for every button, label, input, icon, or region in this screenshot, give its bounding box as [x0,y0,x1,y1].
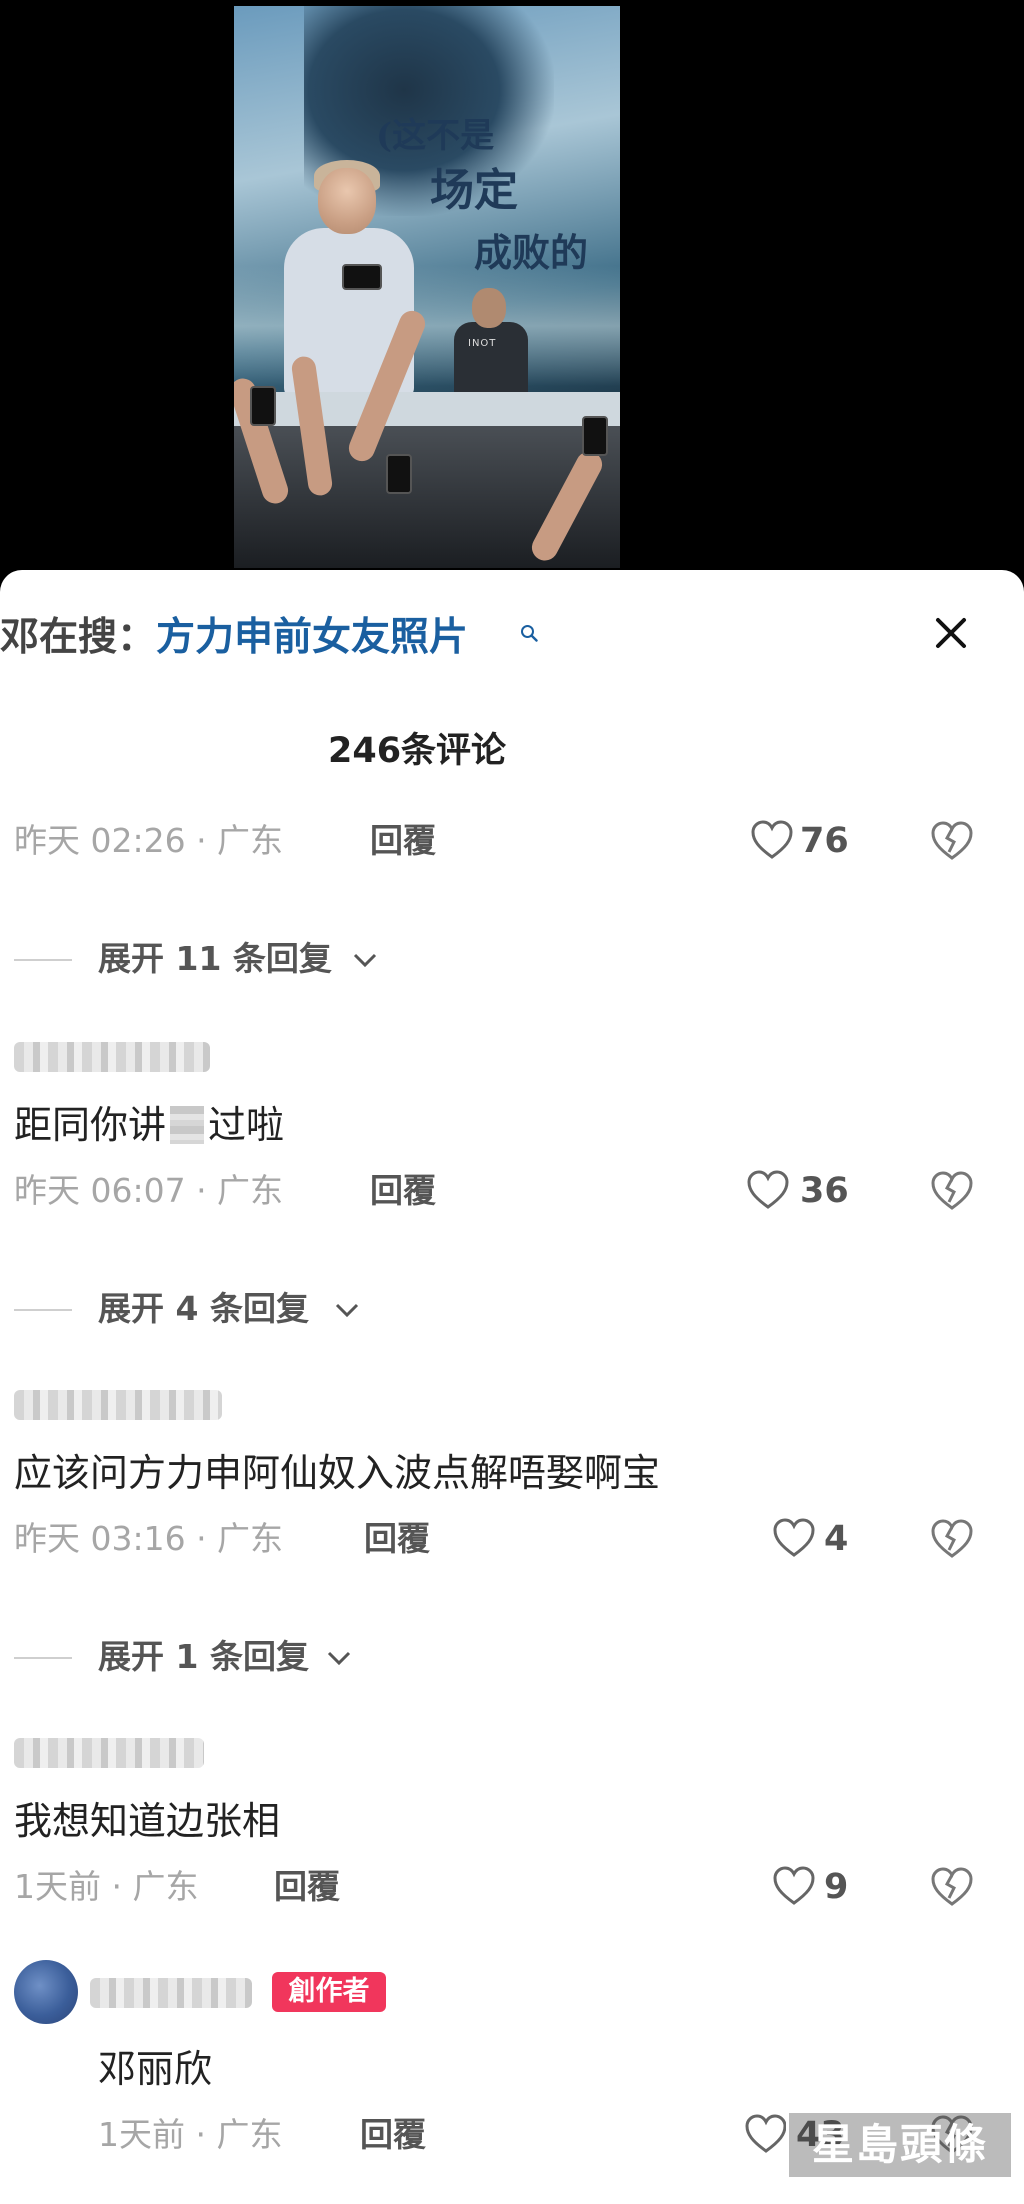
search-suggestion[interactable]: 邓在搜：方力申前女友照片 [0,618,468,657]
fan-phone [582,416,608,456]
reply-button[interactable]: 回覆 [274,1870,340,1903]
reply-button[interactable]: 回覆 [370,824,436,857]
username-blurred[interactable] [14,1390,222,1420]
comment-text-part: 距同你讲 [14,1103,167,1147]
comment-meta: 1天前 · 广东 [98,2115,283,2154]
watermark-logo: 星島頭條 [786,2110,1014,2180]
comment-meta: 昨天 03:16 · 广东 [14,1519,284,1558]
chevron-down-icon[interactable] [334,1301,360,1319]
shirt-text: INOT [468,338,497,349]
chevron-down-icon[interactable] [326,1649,352,1667]
broken-heart-icon[interactable] [930,1866,974,1908]
heart-icon[interactable] [772,1866,816,1906]
reply-button[interactable]: 回覆 [364,1522,430,1555]
divider [14,1657,72,1659]
search-prefix: 邓在搜： [0,615,157,660]
expand-replies[interactable]: 展开 11 条回复 [98,942,332,975]
dj-head [472,288,506,328]
divider [14,1309,72,1311]
video-overlay-text: (这不是 [376,116,495,156]
broken-heart-icon[interactable] [930,1170,974,1212]
fan-phone [250,386,276,426]
avatar[interactable] [14,1960,78,2024]
blurred-text [170,1106,205,1144]
like-count: 76 [800,821,849,861]
comment-meta: 昨天 02:26 · 广东 [14,821,284,860]
broken-heart-icon[interactable] [930,1518,974,1560]
singer-head [318,168,376,234]
video-player[interactable]: (这不是 场定 成败的 INOT [234,6,620,568]
search-icon[interactable] [520,624,538,642]
like-count: 36 [800,1171,849,1211]
broken-heart-icon[interactable] [930,820,974,862]
comment-text: 应该问方力申阿仙奴入波点解唔娶啊宝 [14,1451,661,1495]
divider [14,959,72,961]
heart-icon[interactable] [744,2114,788,2154]
comments-count: 246条评论 [328,731,507,771]
comment-text: 我想知道边张相 [14,1799,281,1843]
heart-icon[interactable] [772,1518,816,1558]
reply-button[interactable]: 回覆 [370,1174,436,1207]
comment-text-part: 过啦 [208,1103,285,1147]
username-blurred[interactable] [14,1738,204,1768]
username-blurred[interactable] [90,1978,252,2008]
like-count: 4 [824,1519,849,1559]
comment-meta: 1天前 · 广东 [14,1867,199,1906]
fan-phone [342,264,382,290]
heart-icon[interactable] [750,820,794,860]
video-overlay-text: 场定 [430,165,518,216]
username-blurred[interactable] [14,1042,210,1072]
expand-replies[interactable]: 展开 1 条回复 [98,1640,309,1673]
heart-icon[interactable] [746,1170,790,1210]
chevron-down-icon[interactable] [352,951,378,969]
like-count: 9 [824,1867,849,1907]
comments-sheet: 邓在搜：方力申前女友照片 246条评论 昨天 02:26 · 广东 回覆 76 … [0,570,1024,2204]
comment-meta: 昨天 06:07 · 广东 [14,1171,284,1210]
creator-badge: 創作者 [272,1972,386,2012]
close-icon[interactable] [932,614,970,652]
video-overlay-text: 成败的 [474,230,589,275]
comment-text: 邓丽欣 [98,2047,213,2091]
search-suggestion-link[interactable]: 方力申前女友照片 [156,615,468,660]
comment-text: 距同你讲 过啦 [14,1106,284,1144]
reply-button[interactable]: 回覆 [360,2118,426,2151]
fan-phone [386,454,412,494]
expand-replies[interactable]: 展开 4 条回复 [98,1292,309,1325]
